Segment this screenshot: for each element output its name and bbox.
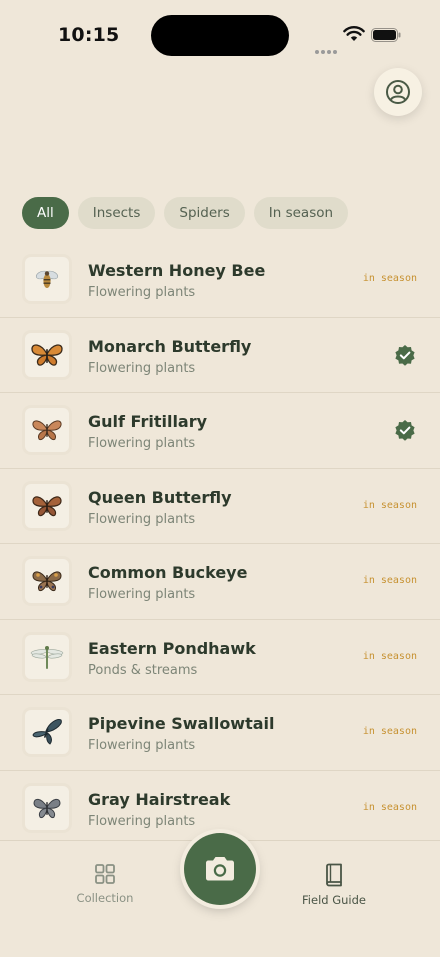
status-bar: 10:15 [0,0,440,70]
species-name: Eastern Pondhawk [88,638,256,658]
species-name: Gulf Fritillary [88,412,208,431]
verified-badge-icon [395,420,415,441]
butterfly-icon [32,420,62,441]
list-item[interactable]: Common Buckeye Flowering plants in seaso… [0,544,440,620]
battery-icon [371,28,401,42]
species-thumbnail [25,710,69,754]
list-item[interactable]: Pipevine Swallowtail Flowering plants in… [0,695,440,771]
filter-chips: All Insects Spiders In season [22,197,349,229]
filter-chip-in-season[interactable]: In season [253,197,349,229]
signal-dots-icon [315,39,339,54]
species-list: Western Honey Bee Flowering plants in se… [0,242,440,846]
in-season-label: in season [362,726,417,737]
in-season-label: in season [362,499,417,511]
bee-icon [35,270,59,288]
species-thumbnail [25,559,69,603]
butterfly-icon [33,798,61,818]
butterfly-icon [32,719,62,745]
in-season-label: in season [362,575,417,586]
book-icon [326,863,342,887]
species-habitat: Flowering plants [88,587,196,602]
in-season-label: in season [362,650,417,662]
species-habitat: Flowering plants [88,360,196,376]
camera-button[interactable] [184,833,256,905]
species-name: Common Buckeye [88,563,248,582]
profile-button[interactable] [374,68,422,116]
list-item[interactable]: Monarch Butterfly Flowering plants [0,318,440,393]
species-name: Queen Butterfly [88,487,232,507]
butterfly-icon [32,571,62,592]
species-thumbnail [25,634,69,679]
list-item[interactable]: Western Honey Bee Flowering plants in se… [0,242,440,318]
list-item[interactable]: Queen Butterfly Flowering plants in seas… [0,469,440,544]
species-thumbnail [25,332,69,377]
user-avatar-icon [386,80,410,104]
filter-chip-insects[interactable]: Insects [77,197,156,229]
dynamic-island [151,15,289,56]
species-thumbnail [25,257,69,301]
tab-field-guide[interactable]: Field Guide [289,863,379,907]
species-habitat: Flowering plants [88,511,196,527]
species-habitat: Flowering plants [88,285,196,300]
species-name: Western Honey Bee [88,261,266,280]
species-thumbnail [25,483,69,528]
species-name: Pipevine Swallowtail [88,714,275,733]
tab-collection[interactable]: Collection [60,863,150,905]
status-time: 10:15 [58,24,120,46]
species-thumbnail [25,785,69,830]
list-item[interactable]: Gulf Fritillary Flowering plants [0,393,440,469]
species-name: Monarch Butterfly [88,336,252,356]
tab-collection-label: Collection [76,891,134,905]
species-habitat: Ponds & streams [88,662,198,678]
wifi-icon [343,26,365,41]
in-season-label: in season [362,273,417,284]
list-item[interactable]: Eastern Pondhawk Ponds & streams in seas… [0,620,440,695]
butterfly-icon [32,495,62,516]
species-name: Gray Hairstreak [88,789,231,809]
species-thumbnail [25,408,69,452]
in-season-label: in season [362,801,417,813]
camera-icon [206,857,234,881]
species-habitat: Flowering plants [88,436,196,451]
species-habitat: Flowering plants [88,738,196,753]
dragonfly-icon [30,645,64,669]
tab-field-guide-label: Field Guide [302,893,366,907]
butterfly-icon [31,343,63,366]
verified-badge-icon [395,344,415,366]
filter-chip-spiders[interactable]: Spiders [164,197,245,229]
species-habitat: Flowering plants [88,813,196,829]
grid-icon [95,864,115,884]
filter-chip-all[interactable]: All [22,197,69,229]
